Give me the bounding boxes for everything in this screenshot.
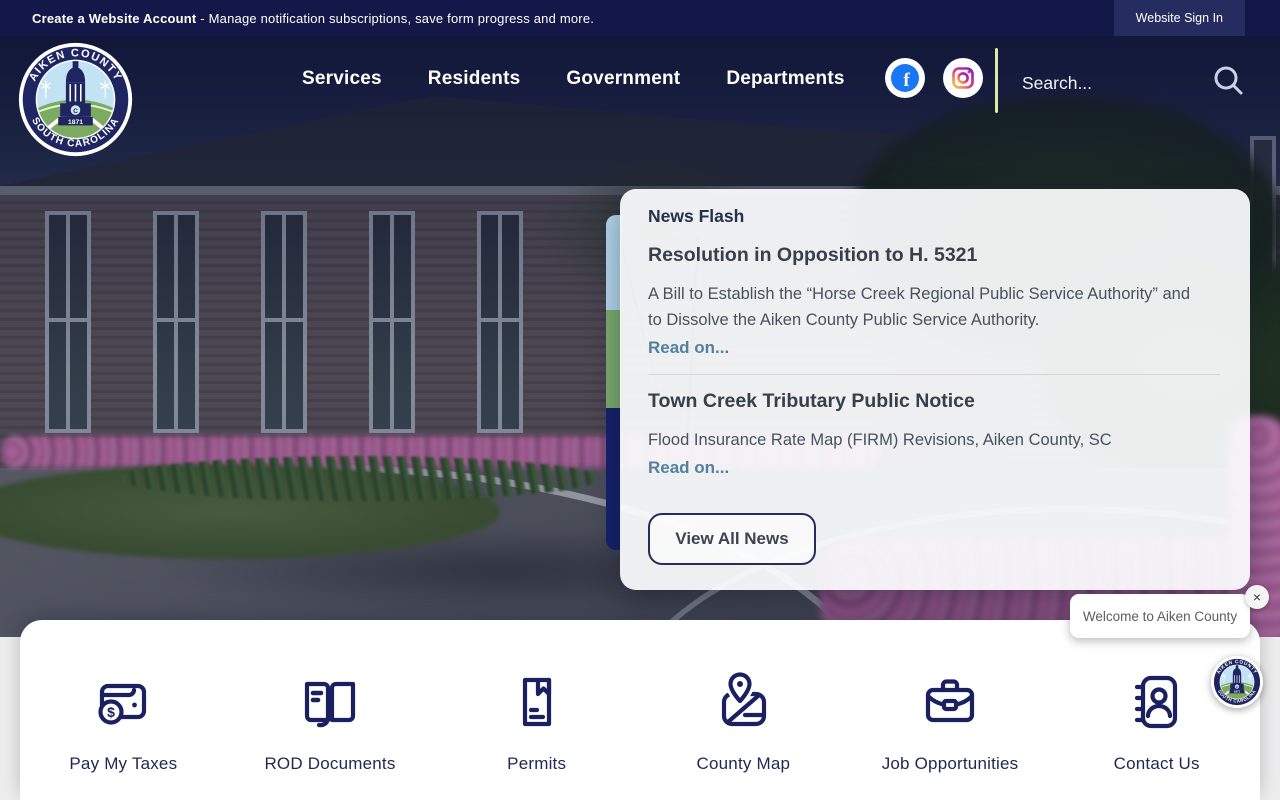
instagram-icon[interactable] bbox=[943, 58, 983, 98]
map-pin-icon bbox=[722, 670, 767, 727]
news-item: Town Creek Tributary Public Notice Flood… bbox=[648, 390, 1220, 491]
header-divider bbox=[995, 48, 998, 113]
close-icon[interactable]: × bbox=[1245, 585, 1269, 609]
briefcase-icon bbox=[925, 679, 975, 723]
read-on-link[interactable]: Read on... bbox=[648, 338, 729, 358]
website-sign-in-button[interactable]: Website Sign In bbox=[1113, 0, 1245, 36]
news-flash-card: News Flash Resolution in Opposition to H… bbox=[620, 189, 1250, 590]
nav-item-departments[interactable]: Departments bbox=[726, 68, 844, 90]
news-item-heading[interactable]: Resolution in Opposition to H. 5321 bbox=[648, 244, 1220, 267]
nav-item-residents[interactable]: Residents bbox=[428, 68, 521, 90]
view-all-news-button[interactable]: View All News bbox=[648, 513, 816, 565]
news-item-heading[interactable]: Town Creek Tributary Public Notice bbox=[648, 390, 1220, 413]
utility-bar: Create a Website Account - Manage notifi… bbox=[0, 0, 1280, 36]
search-icon[interactable] bbox=[1210, 62, 1248, 100]
facebook-icon[interactable]: f bbox=[885, 58, 925, 98]
news-flash-title: News Flash bbox=[648, 206, 745, 226]
quicklink-label: Permits bbox=[507, 754, 567, 773]
quicklink-county-map[interactable]: County Map bbox=[640, 670, 847, 800]
quicklink-label: Pay My Taxes bbox=[69, 754, 178, 773]
news-item-body: A Bill to Establish the “Horse Creek Reg… bbox=[648, 285, 1191, 329]
news-item-body: Flood Insurance Rate Map (FIRM) Revision… bbox=[648, 431, 1112, 449]
svg-text:$: $ bbox=[107, 704, 115, 720]
wallet-icon: $ bbox=[98, 683, 147, 725]
quicklink-job-opportunities[interactable]: Job Opportunities bbox=[847, 670, 1054, 800]
nav-item-government[interactable]: Government bbox=[566, 68, 680, 90]
create-account-link[interactable]: Create a Website Account bbox=[32, 11, 196, 26]
quicklink-label: ROD Documents bbox=[264, 754, 396, 773]
quicklink-label: Contact Us bbox=[1113, 754, 1200, 773]
quicklink-permits[interactable]: Permits bbox=[433, 670, 640, 800]
quicklink-label: Job Opportunities bbox=[881, 754, 1019, 773]
chat-tooltip: Welcome to Aiken County bbox=[1070, 594, 1250, 638]
quicklink-label: County Map bbox=[696, 754, 791, 773]
svg-text:f: f bbox=[903, 70, 910, 91]
main-nav: Services Residents Government Department… bbox=[302, 68, 845, 90]
nav-item-services[interactable]: Services bbox=[302, 68, 382, 90]
chat-tooltip-text: Welcome to Aiken County bbox=[1082, 608, 1238, 624]
account-promo-text[interactable]: Create a Website Account - Manage notifi… bbox=[32, 11, 594, 26]
quick-links-panel: $ Pay My Taxes ROD Documents Permits Cou… bbox=[20, 620, 1260, 800]
chat-widget-avatar[interactable] bbox=[1211, 656, 1263, 708]
quicklink-pay-my-taxes[interactable]: $ Pay My Taxes bbox=[20, 670, 227, 800]
contact-book-icon bbox=[1134, 675, 1177, 729]
open-book-icon bbox=[304, 681, 356, 728]
document-bookmark-icon bbox=[522, 677, 551, 727]
carousel-slide-edge bbox=[606, 215, 621, 550]
account-promo-rest: - Manage notification subscriptions, sav… bbox=[196, 10, 595, 26]
news-divider bbox=[648, 374, 1220, 375]
read-on-link[interactable]: Read on... bbox=[648, 458, 729, 478]
county-seal-logo[interactable] bbox=[16, 40, 135, 159]
quicklink-rod-documents[interactable]: ROD Documents bbox=[227, 670, 434, 800]
aiken-county-homepage: Create a Website Account - Manage notifi… bbox=[0, 0, 1280, 800]
search-input[interactable] bbox=[1022, 68, 1197, 98]
news-item: Resolution in Opposition to H. 5321 A Bi… bbox=[648, 244, 1220, 371]
